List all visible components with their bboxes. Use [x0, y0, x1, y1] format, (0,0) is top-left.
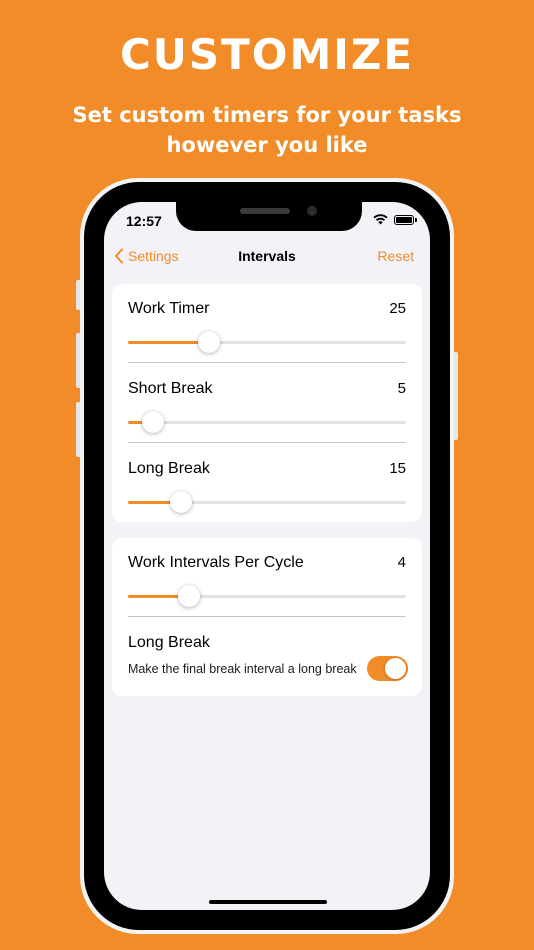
timer-row-work: Work Timer 25	[128, 300, 406, 360]
long-break-toggle-label: Long Break	[128, 634, 210, 651]
home-indicator[interactable]	[209, 900, 327, 904]
row-divider	[128, 442, 406, 443]
timer-label: Work Timer	[128, 300, 210, 317]
phone-frame: 12:57 Settings Intervals Reset Work Time…	[80, 178, 454, 934]
cycle-row: Work Intervals Per Cycle 4	[128, 554, 406, 614]
timer-row-short-break: Short Break 5	[128, 380, 406, 440]
slider-fill	[128, 341, 209, 344]
timer-value: 25	[389, 300, 406, 317]
cycle-value: 4	[397, 554, 406, 571]
camera-icon	[307, 206, 317, 216]
slider-thumb[interactable]	[142, 411, 165, 433]
work-intervals-slider[interactable]	[128, 585, 406, 609]
reset-button[interactable]: Reset	[377, 248, 414, 264]
timer-label: Long Break	[128, 460, 210, 477]
promo-subhead-line-1: Set custom timers for your tasks	[72, 103, 462, 127]
long-break-toggle-description: Make the final break interval a long bre…	[128, 662, 357, 676]
timer-value: 15	[389, 460, 406, 477]
phone-notch	[176, 202, 362, 231]
cycle-label: Work Intervals Per Cycle	[128, 554, 304, 571]
slider-thumb[interactable]	[169, 491, 192, 513]
long-break-slider[interactable]	[128, 491, 406, 515]
battery-level	[396, 216, 412, 223]
navigation-bar: Settings Intervals Reset	[104, 242, 430, 272]
timer-label: Short Break	[128, 380, 213, 397]
row-divider	[128, 616, 406, 617]
toggle-knob	[385, 658, 406, 679]
long-break-toggle[interactable]	[367, 656, 408, 681]
promo-subhead: Set custom timers for your tasks however…	[60, 100, 474, 160]
short-break-slider[interactable]	[128, 411, 406, 435]
work-timer-slider[interactable]	[128, 331, 406, 355]
timer-row-long-break: Long Break 15	[128, 460, 406, 520]
promo-headline: CUSTOMIZE	[119, 30, 415, 79]
status-time: 12:57	[126, 213, 162, 229]
app-screen: 12:57 Settings Intervals Reset Work Time…	[104, 202, 430, 910]
speaker-grille	[240, 208, 290, 214]
timers-card: Work Timer 25 Short Break 5 Long Break 1…	[112, 284, 422, 522]
slider-thumb[interactable]	[197, 331, 220, 353]
timer-value: 5	[397, 380, 406, 397]
battery-icon	[394, 214, 417, 225]
wifi-icon	[373, 214, 388, 225]
cycle-card: Work Intervals Per Cycle 4 Long Break Ma…	[112, 538, 422, 696]
slider-track	[128, 421, 406, 424]
status-icons	[373, 214, 417, 225]
slider-thumb[interactable]	[178, 585, 201, 607]
row-divider	[128, 362, 406, 363]
phone-bezel: 12:57 Settings Intervals Reset Work Time…	[84, 182, 450, 930]
promo-subhead-line-2: however you like	[166, 133, 368, 157]
